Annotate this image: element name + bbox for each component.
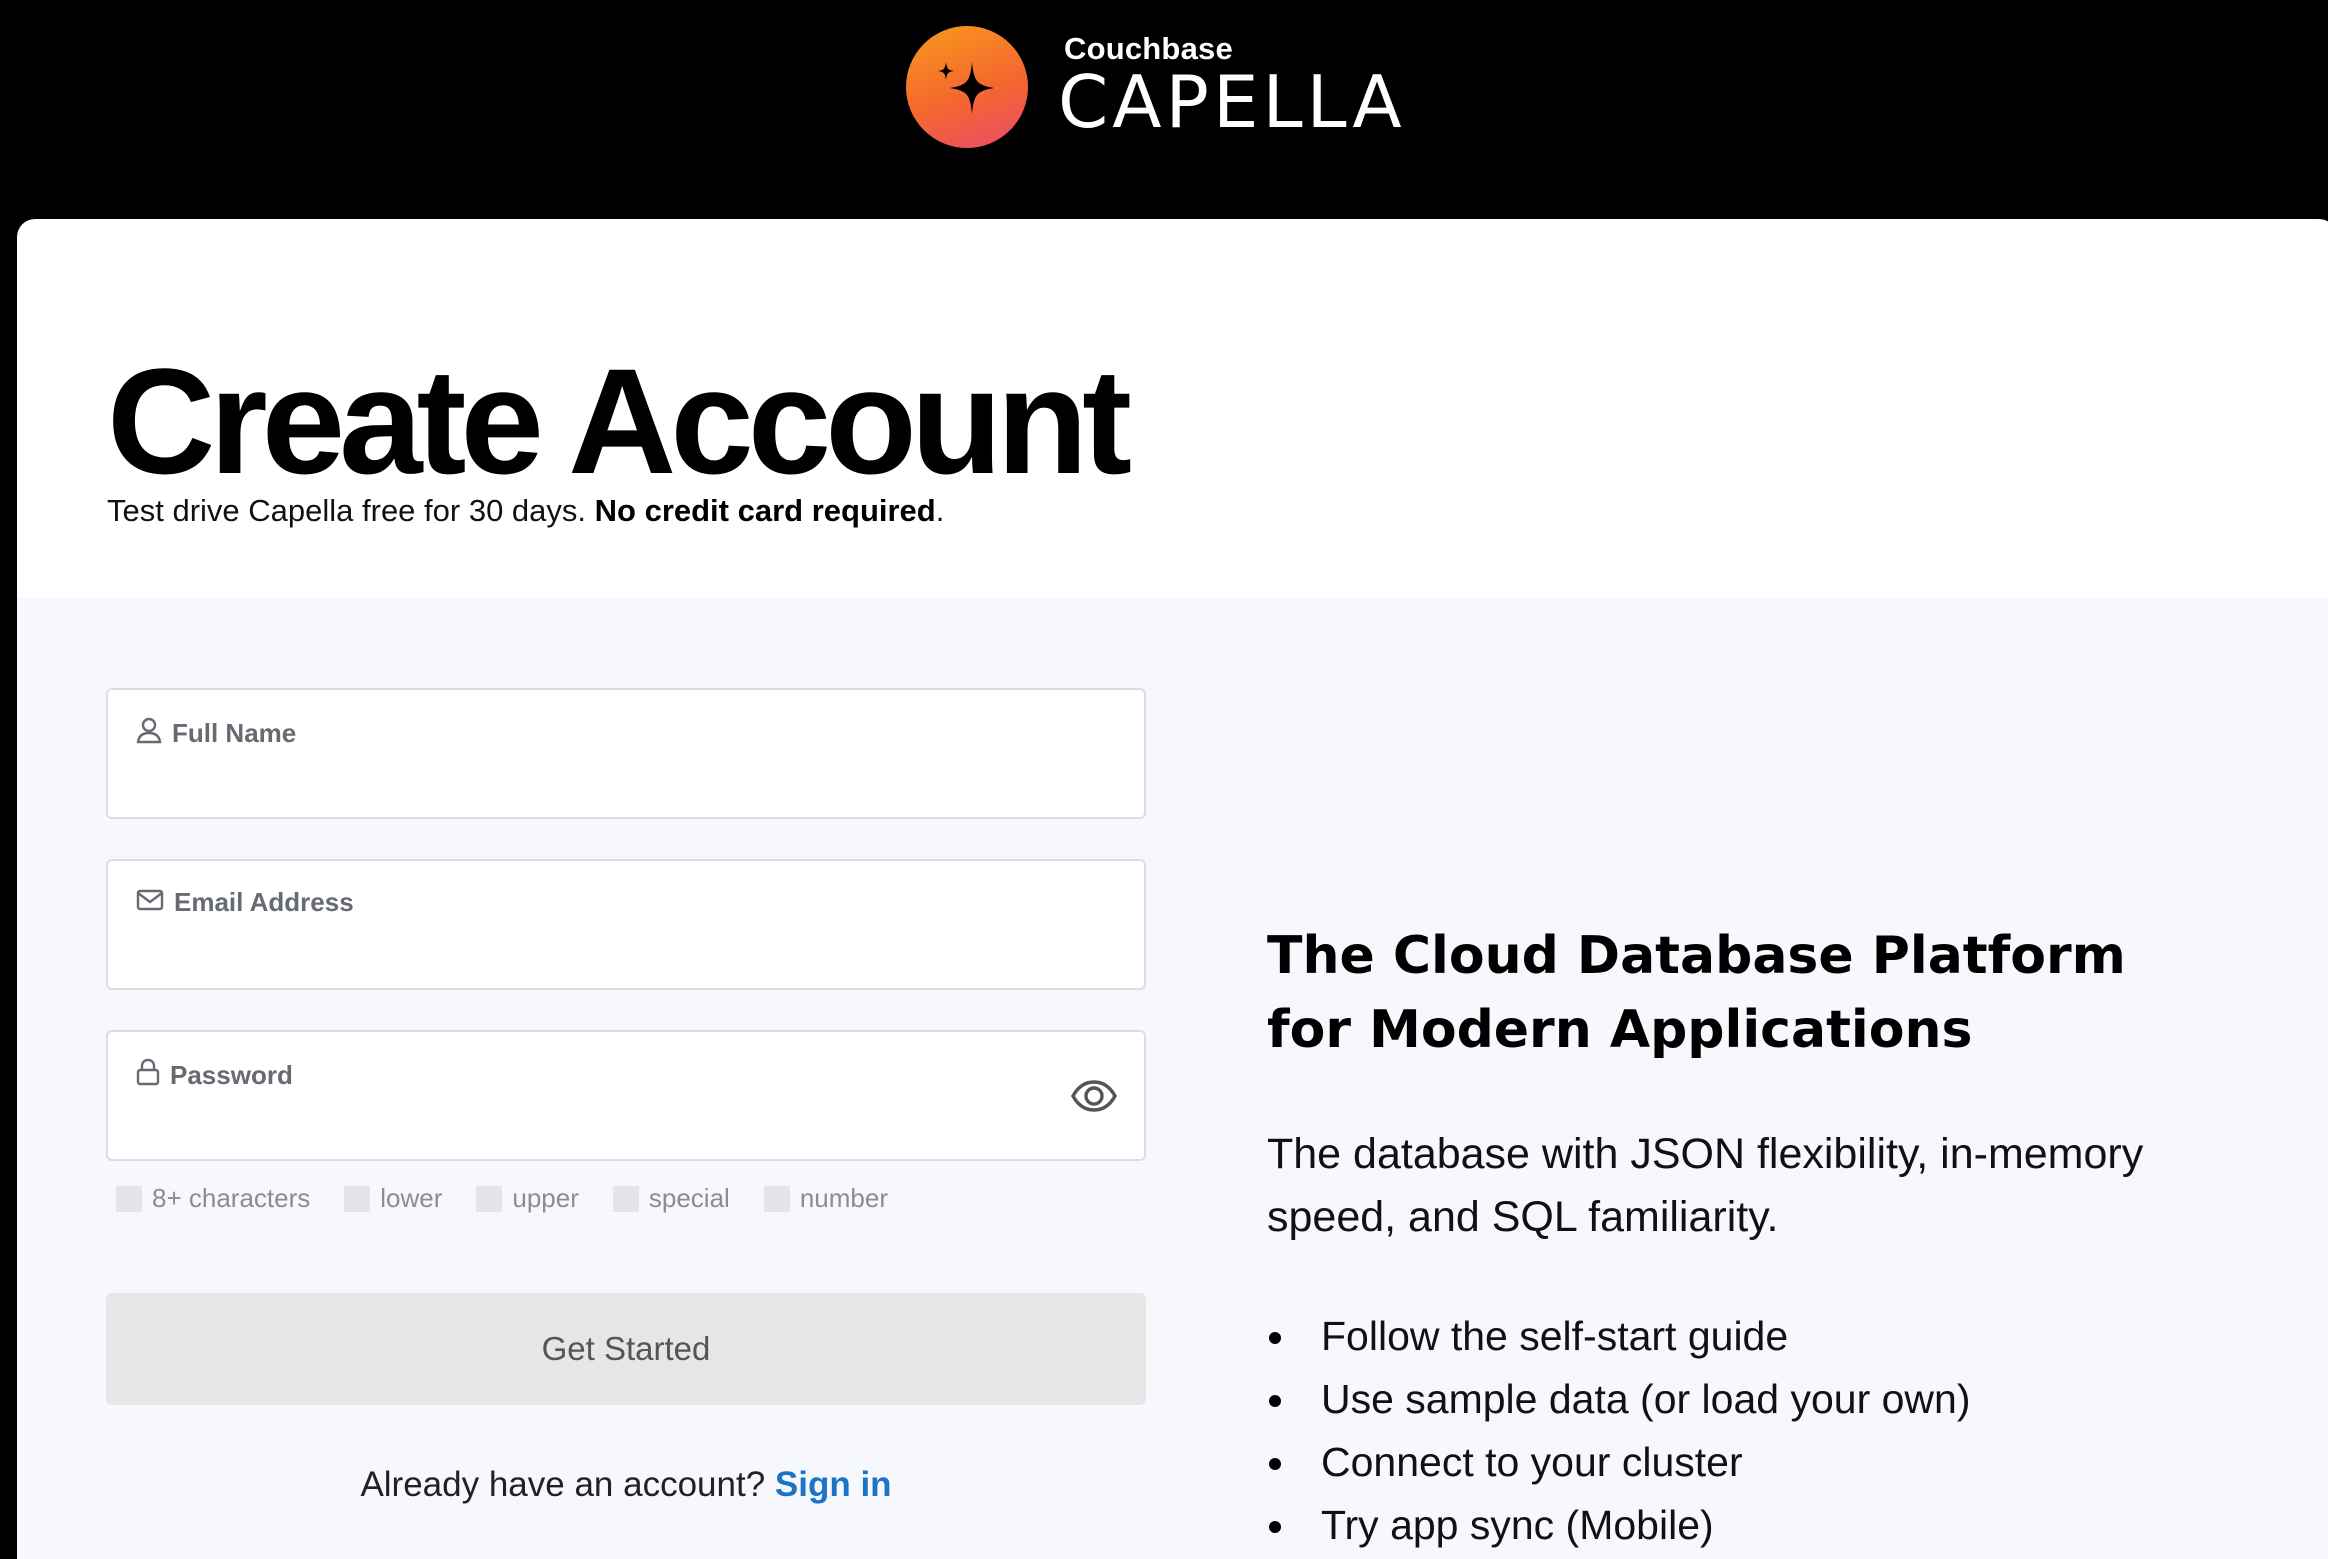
rule-checkbox <box>763 1185 790 1212</box>
pitch-title: The Cloud Database Platform for Modern A… <box>1267 926 2126 1060</box>
rule-label: special <box>648 1183 730 1213</box>
list-item: Connect to your cluster <box>1267 1431 1970 1494</box>
password-field[interactable]: Password <box>106 1030 1146 1161</box>
lock-icon <box>136 1058 160 1093</box>
sparkle-logo-icon <box>906 26 1028 148</box>
rule-checkbox <box>476 1185 503 1212</box>
envelope-icon <box>136 887 164 918</box>
signin-prompt-text: Already have an account? <box>360 1465 775 1504</box>
rule-checkbox <box>612 1185 639 1212</box>
rule-length: 8+ characters <box>116 1183 310 1214</box>
signin-prompt: Already have an account? Sign in <box>17 1465 1235 1505</box>
rule-label: lower <box>380 1183 443 1213</box>
rule-label: number <box>799 1183 888 1213</box>
email-input[interactable] <box>136 927 1054 969</box>
rule-number: number <box>763 1183 888 1214</box>
get-started-button[interactable]: Get Started <box>106 1293 1146 1405</box>
password-label-text: Password <box>170 1060 293 1090</box>
full-name-label-text: Full Name <box>172 718 297 748</box>
brand-product: CAPELLA <box>1058 60 1406 144</box>
form-layer: Full Name Email Address Password 8+ char… <box>17 219 2328 1559</box>
full-name-label: Full Name <box>136 716 296 751</box>
rule-lower: lower <box>344 1183 442 1214</box>
rule-checkbox <box>116 1185 142 1212</box>
rule-upper: upper <box>476 1183 579 1214</box>
eye-icon[interactable] <box>1070 1076 1118 1116</box>
brand-logo[interactable]: Couchbase CAPELLA <box>906 24 1406 150</box>
full-name-input[interactable] <box>136 756 1054 798</box>
email-label-text: Email Address <box>174 887 354 917</box>
rule-checkbox <box>344 1185 371 1212</box>
brand-wordmark: Couchbase CAPELLA <box>1058 33 1406 144</box>
user-icon <box>136 716 162 751</box>
list-item: Follow the self-start guide <box>1267 1305 1970 1368</box>
rule-special: special <box>612 1183 730 1214</box>
rule-label: upper <box>512 1183 579 1213</box>
sign-in-link[interactable]: Sign in <box>775 1465 892 1504</box>
feature-list: Follow the self-start guide Use sample d… <box>1267 1305 1970 1557</box>
email-label: Email Address <box>136 887 354 918</box>
pitch-body: The database with JSON flexibility, in-m… <box>1267 1130 2144 1241</box>
list-item: Try app sync (Mobile) <box>1267 1494 1970 1557</box>
password-label: Password <box>136 1058 293 1093</box>
email-field[interactable]: Email Address <box>106 859 1146 990</box>
password-rules: 8+ characters lower upper special number <box>116 1183 922 1214</box>
password-input[interactable] <box>136 1098 1054 1140</box>
rule-label: 8+ characters <box>152 1183 311 1213</box>
list-item: Use sample data (or load your own) <box>1267 1368 1970 1431</box>
full-name-field[interactable]: Full Name <box>106 688 1146 819</box>
